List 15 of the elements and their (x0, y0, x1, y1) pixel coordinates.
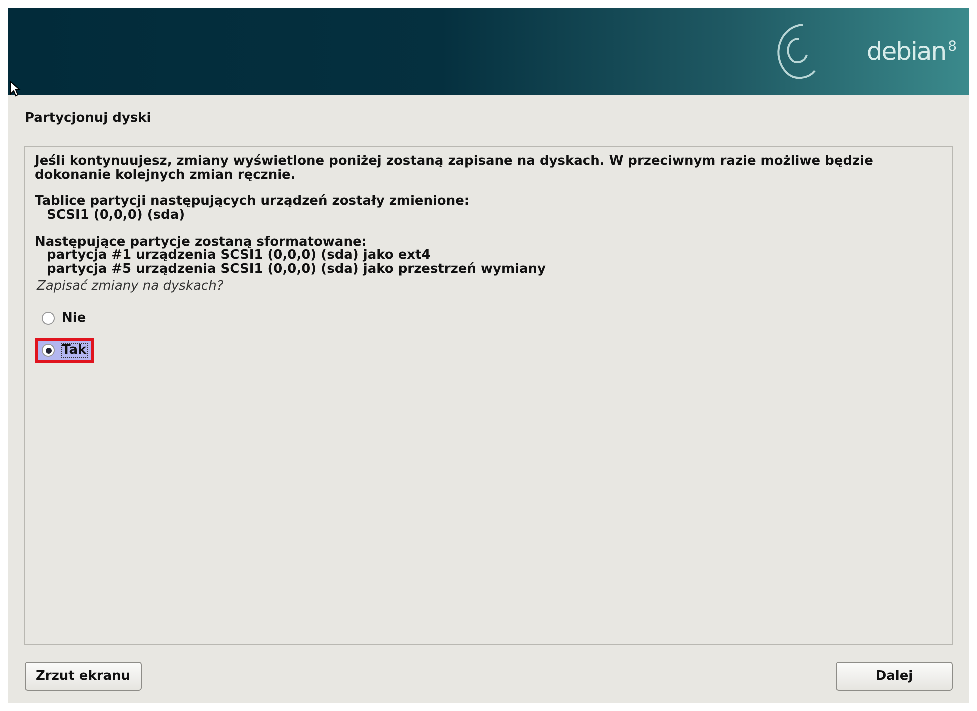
list-heading: Tablice partycji następujących urządzeń zostały zmienione: (35, 194, 470, 210)
continue-button[interactable]: Dalej (836, 662, 953, 691)
list-item: SCSI1 (0,0,0) (sda) (46, 208, 186, 223)
version-number: 8 (948, 38, 957, 57)
question-text: Zapisać zmiany na dyskach? (37, 280, 225, 294)
message-text: Jeśli kontynuujesz, zmiany wyświetlone poniżej zostaną zapisane na dyskach. W przeciwnym razie możliwe będzie dokonanie kolejnych zmian ręcznie. (35, 155, 874, 182)
mouse-cursor-icon (10, 81, 21, 97)
screenshot-button[interactable]: Zrzut ekranu (25, 662, 142, 691)
list-item: partycja #1 urządzenia SCSI1 (0,0,0) (sda) jako ext4 (47, 249, 431, 263)
logo-text: debian (866, 36, 946, 68)
radio-option[interactable]: Nie (35, 306, 94, 332)
radio-option[interactable]: Tak (35, 338, 94, 364)
list-item: partycja #5 urządzenia SCSI1 (0,0,0) (sda) jako przestrzeń wymiany (46, 262, 547, 276)
list-heading: Następujące partycje zostaną sformatowane: (35, 234, 367, 250)
page-title: Partycjonuj dyski (24, 110, 152, 128)
